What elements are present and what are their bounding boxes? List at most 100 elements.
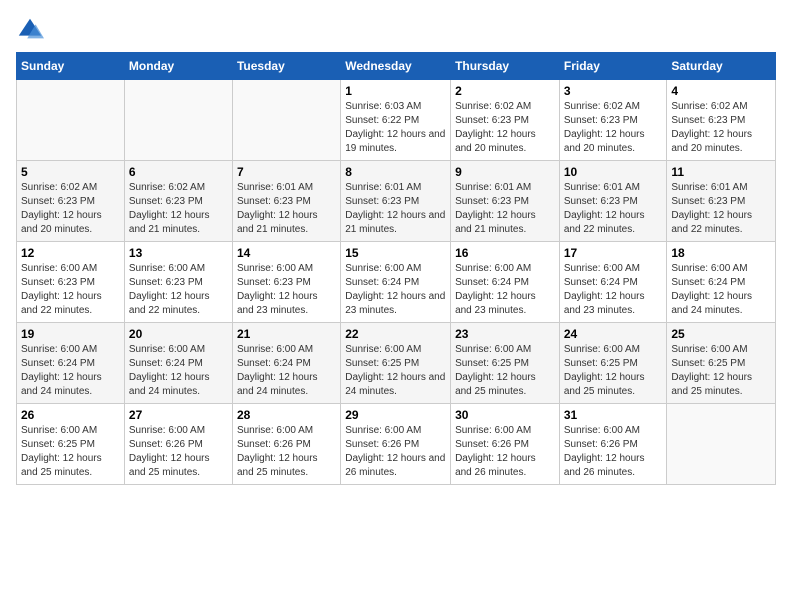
day-number: 8 bbox=[345, 165, 446, 179]
calendar-cell: 2 Sunrise: 6:02 AMSunset: 6:23 PMDaylight… bbox=[451, 80, 560, 161]
day-number: 20 bbox=[129, 327, 228, 341]
calendar-cell: 28 Sunrise: 6:00 AMSunset: 6:26 PMDayligh… bbox=[232, 404, 340, 485]
day-number: 1 bbox=[345, 84, 446, 98]
calendar-cell: 22 Sunrise: 6:00 AMSunset: 6:25 PMDayligh… bbox=[341, 323, 451, 404]
day-info: Sunrise: 6:03 AMSunset: 6:22 PMDaylight:… bbox=[345, 100, 446, 156]
calendar-cell: 21 Sunrise: 6:00 AMSunset: 6:24 PMDayligh… bbox=[232, 323, 340, 404]
calendar-cell: 13 Sunrise: 6:00 AMSunset: 6:23 PMDayligh… bbox=[124, 242, 232, 323]
day-number: 22 bbox=[345, 327, 446, 341]
calendar-cell: 16Sunrise: 6:00 AMSunset: 6:24 PMDayligh… bbox=[451, 242, 560, 323]
calendar-cell: 18 Sunrise: 6:00 AMSunset: 6:24 PMDayligh… bbox=[667, 242, 776, 323]
day-number: 7 bbox=[237, 165, 336, 179]
day-info: Sunrise: 6:00 AMSunset: 6:23 PMDaylight:… bbox=[237, 262, 336, 318]
calendar-cell bbox=[667, 404, 776, 485]
day-info: Sunrise: 6:00 AMSunset: 6:26 PMDaylight:… bbox=[345, 424, 446, 480]
header-sunday: Sunday bbox=[17, 53, 125, 80]
day-info: Sunrise: 6:00 AMSunset: 6:24 PMDaylight:… bbox=[129, 343, 228, 399]
day-number: 24 bbox=[564, 327, 663, 341]
day-number: 13 bbox=[129, 246, 228, 260]
day-info: Sunrise: 6:00 AMSunset: 6:25 PMDaylight:… bbox=[345, 343, 446, 399]
day-number: 23 bbox=[455, 327, 555, 341]
day-info: Sunrise: 6:00 AMSunset: 6:25 PMDaylight:… bbox=[455, 343, 555, 399]
calendar-week-4: 26 Sunrise: 6:00 AMSunset: 6:25 PMDayligh… bbox=[17, 404, 776, 485]
day-info: Sunrise: 6:00 AMSunset: 6:24 PMDaylight:… bbox=[564, 262, 663, 318]
calendar-cell: 23 Sunrise: 6:00 AMSunset: 6:25 PMDayligh… bbox=[451, 323, 560, 404]
day-info: Sunrise: 6:00 AMSunset: 6:24 PMDaylight:… bbox=[21, 343, 120, 399]
calendar-cell: 24 Sunrise: 6:00 AMSunset: 6:25 PMDayligh… bbox=[559, 323, 667, 404]
logo bbox=[16, 16, 48, 44]
calendar-cell: 25 Sunrise: 6:00 AMSunset: 6:25 PMDayligh… bbox=[667, 323, 776, 404]
calendar-cell bbox=[17, 80, 125, 161]
day-number: 27 bbox=[129, 408, 228, 422]
day-number: 6 bbox=[129, 165, 228, 179]
day-number: 3 bbox=[564, 84, 663, 98]
day-number: 12 bbox=[21, 246, 120, 260]
day-info: Sunrise: 6:00 AMSunset: 6:23 PMDaylight:… bbox=[129, 262, 228, 318]
day-number: 2 bbox=[455, 84, 555, 98]
day-info: Sunrise: 6:00 AMSunset: 6:24 PMDaylight:… bbox=[237, 343, 336, 399]
day-info: Sunrise: 6:01 AMSunset: 6:23 PMDaylight:… bbox=[455, 181, 555, 237]
day-number: 9 bbox=[455, 165, 555, 179]
logo-icon bbox=[16, 16, 44, 44]
calendar-cell: 4 Sunrise: 6:02 AMSunset: 6:23 PMDaylight… bbox=[667, 80, 776, 161]
header-saturday: Saturday bbox=[667, 53, 776, 80]
calendar-cell: 17 Sunrise: 6:00 AMSunset: 6:24 PMDayligh… bbox=[559, 242, 667, 323]
day-info: Sunrise: 6:01 AMSunset: 6:23 PMDaylight:… bbox=[671, 181, 771, 237]
header-monday: Monday bbox=[124, 53, 232, 80]
day-info: Sunrise: 6:00 AMSunset: 6:24 PMDaylight:… bbox=[345, 262, 446, 318]
calendar-cell: 1 Sunrise: 6:03 AMSunset: 6:22 PMDaylight… bbox=[341, 80, 451, 161]
day-number: 25 bbox=[671, 327, 771, 341]
calendar-week-1: 5 Sunrise: 6:02 AMSunset: 6:23 PMDaylight… bbox=[17, 161, 776, 242]
calendar-cell bbox=[124, 80, 232, 161]
day-number: 19 bbox=[21, 327, 120, 341]
calendar-cell: 20 Sunrise: 6:00 AMSunset: 6:24 PMDayligh… bbox=[124, 323, 232, 404]
day-number: 4 bbox=[671, 84, 771, 98]
day-info: Sunrise: 6:01 AMSunset: 6:23 PMDaylight:… bbox=[237, 181, 336, 237]
calendar-cell: 29 Sunrise: 6:00 AMSunset: 6:26 PMDayligh… bbox=[341, 404, 451, 485]
calendar-cell: 7 Sunrise: 6:01 AMSunset: 6:23 PMDaylight… bbox=[232, 161, 340, 242]
calendar-cell: 31Sunrise: 6:00 AMSunset: 6:26 PMDayligh… bbox=[559, 404, 667, 485]
day-info: Sunrise: 6:02 AMSunset: 6:23 PMDaylight:… bbox=[21, 181, 120, 237]
header bbox=[16, 16, 776, 44]
calendar-week-2: 12 Sunrise: 6:00 AMSunset: 6:23 PMDayligh… bbox=[17, 242, 776, 323]
day-number: 16 bbox=[455, 246, 555, 260]
calendar-cell: 3 Sunrise: 6:02 AMSunset: 6:23 PMDaylight… bbox=[559, 80, 667, 161]
calendar-cell: 8Sunrise: 6:01 AMSunset: 6:23 PMDaylight… bbox=[341, 161, 451, 242]
day-number: 18 bbox=[671, 246, 771, 260]
calendar-header-row: SundayMondayTuesdayWednesdayThursdayFrid… bbox=[17, 53, 776, 80]
day-info: Sunrise: 6:00 AMSunset: 6:25 PMDaylight:… bbox=[671, 343, 771, 399]
day-info: Sunrise: 6:00 AMSunset: 6:24 PMDaylight:… bbox=[671, 262, 771, 318]
calendar-cell bbox=[232, 80, 340, 161]
day-number: 21 bbox=[237, 327, 336, 341]
calendar-cell: 14Sunrise: 6:00 AMSunset: 6:23 PMDayligh… bbox=[232, 242, 340, 323]
day-info: Sunrise: 6:02 AMSunset: 6:23 PMDaylight:… bbox=[671, 100, 771, 156]
calendar-cell: 9 Sunrise: 6:01 AMSunset: 6:23 PMDaylight… bbox=[451, 161, 560, 242]
day-info: Sunrise: 6:02 AMSunset: 6:23 PMDaylight:… bbox=[455, 100, 555, 156]
day-number: 28 bbox=[237, 408, 336, 422]
calendar-week-3: 19 Sunrise: 6:00 AMSunset: 6:24 PMDayligh… bbox=[17, 323, 776, 404]
day-info: Sunrise: 6:00 AMSunset: 6:26 PMDaylight:… bbox=[129, 424, 228, 480]
day-info: Sunrise: 6:00 AMSunset: 6:25 PMDaylight:… bbox=[564, 343, 663, 399]
day-info: Sunrise: 6:02 AMSunset: 6:23 PMDaylight:… bbox=[129, 181, 228, 237]
day-info: Sunrise: 6:00 AMSunset: 6:26 PMDaylight:… bbox=[455, 424, 555, 480]
calendar-cell: 26 Sunrise: 6:00 AMSunset: 6:25 PMDayligh… bbox=[17, 404, 125, 485]
calendar-cell: 19 Sunrise: 6:00 AMSunset: 6:24 PMDayligh… bbox=[17, 323, 125, 404]
header-tuesday: Tuesday bbox=[232, 53, 340, 80]
day-number: 31 bbox=[564, 408, 663, 422]
header-thursday: Thursday bbox=[451, 53, 560, 80]
calendar-cell: 12Sunrise: 6:00 AMSunset: 6:23 PMDayligh… bbox=[17, 242, 125, 323]
day-info: Sunrise: 6:02 AMSunset: 6:23 PMDaylight:… bbox=[564, 100, 663, 156]
calendar-cell: 30Sunrise: 6:00 AMSunset: 6:26 PMDayligh… bbox=[451, 404, 560, 485]
calendar-cell: 11 Sunrise: 6:01 AMSunset: 6:23 PMDayligh… bbox=[667, 161, 776, 242]
header-wednesday: Wednesday bbox=[341, 53, 451, 80]
day-number: 29 bbox=[345, 408, 446, 422]
day-number: 26 bbox=[21, 408, 120, 422]
day-number: 15 bbox=[345, 246, 446, 260]
day-number: 5 bbox=[21, 165, 120, 179]
day-info: Sunrise: 6:01 AMSunset: 6:23 PMDaylight:… bbox=[564, 181, 663, 237]
calendar-cell: 5 Sunrise: 6:02 AMSunset: 6:23 PMDaylight… bbox=[17, 161, 125, 242]
day-number: 11 bbox=[671, 165, 771, 179]
day-info: Sunrise: 6:00 AMSunset: 6:26 PMDaylight:… bbox=[237, 424, 336, 480]
day-info: Sunrise: 6:00 AMSunset: 6:25 PMDaylight:… bbox=[21, 424, 120, 480]
day-number: 17 bbox=[564, 246, 663, 260]
